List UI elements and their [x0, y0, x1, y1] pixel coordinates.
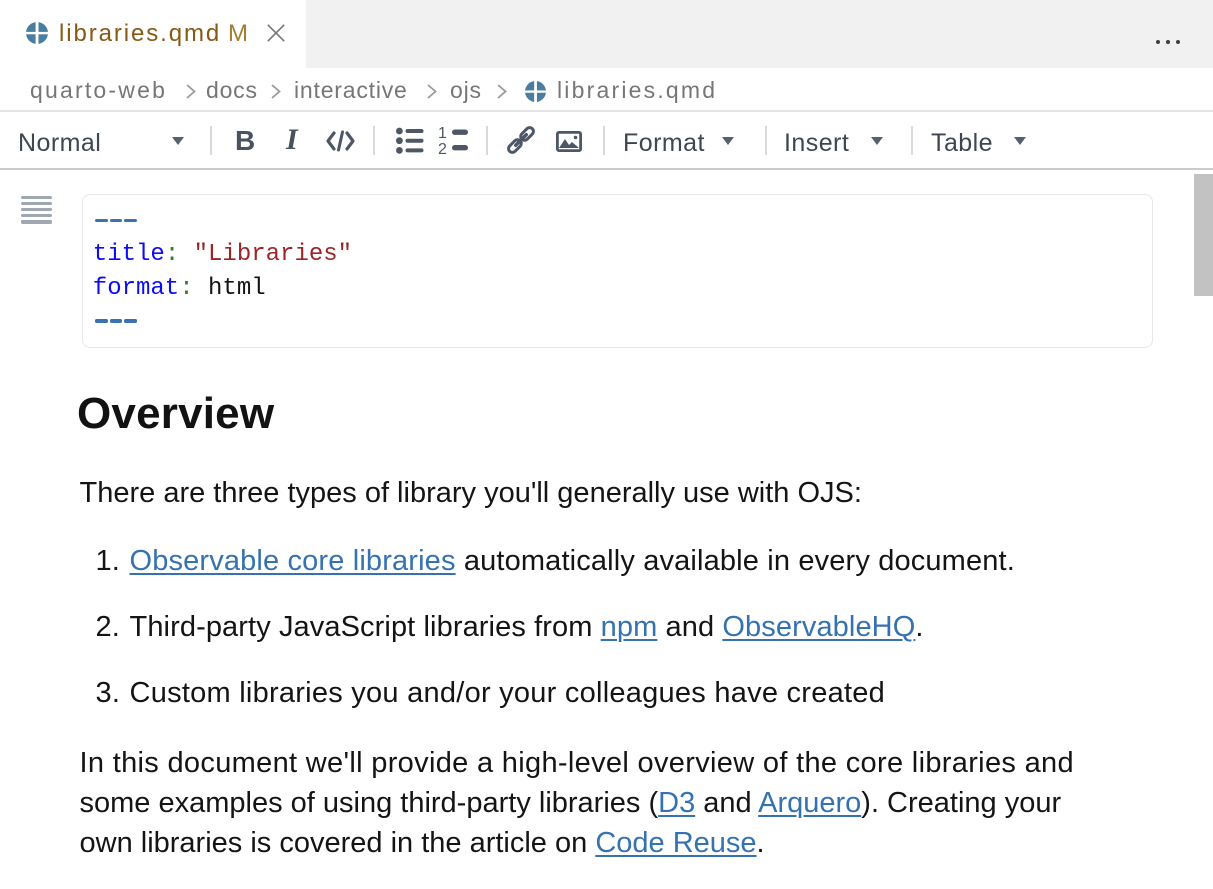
svg-text:2: 2 [438, 141, 447, 156]
svg-text:1: 1 [438, 126, 447, 142]
